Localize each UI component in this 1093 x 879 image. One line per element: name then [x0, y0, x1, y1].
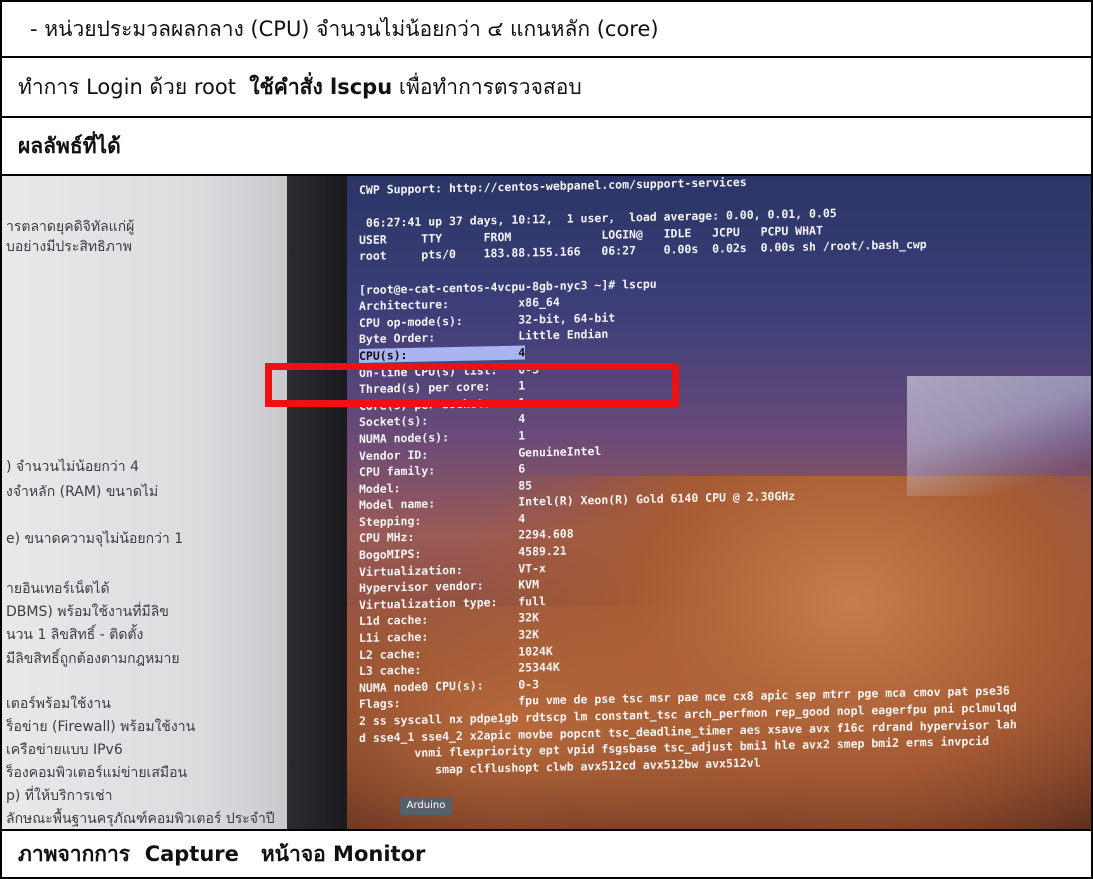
paper-text-line: ลักษณะพื้นฐานครุภัณฑ์คอมพิวเตอร์ ประจำปี: [6, 811, 275, 827]
paper-text-line: ) จำนวนไม่น้อยกว่า 4: [6, 459, 139, 475]
cpu-highlight-box: [265, 363, 679, 407]
monitor-bezel: [287, 176, 347, 829]
paper-text-line: เตอร์พร้อมใช้งาน: [6, 696, 111, 712]
requirement-row: - หน่วยประมวลผลกลาง (CPU) จำนวนไม่น้อยกว…: [2, 2, 1091, 58]
monitor-screen: CWP Support: http://centos-webpanel.com/…: [347, 176, 1091, 829]
paper-text-line: p) ที่ให้บริการเช่า: [6, 788, 113, 804]
paper-text-line: ร็องคอมพิวเตอร์แม่ข่ายเสมือน: [6, 765, 188, 781]
paper-text-line: ายอินเทอร์เน็ตได้: [6, 581, 110, 597]
instruction-command: ใช้คำสั่ง lscpu: [249, 74, 393, 99]
background-paper-document: ารตลาดยุคดิจิทัลแก่ผู้บอย่างมีประสิทธิภา…: [2, 176, 287, 829]
result-label: ผลลัพธ์ที่ได้: [18, 133, 121, 158]
instruction-suffix: เพื่อทำการตรวจสอบ: [392, 74, 582, 99]
caption-text: ภาพจากการ Capture หน้าจอ Monitor: [18, 841, 426, 866]
terminal-output: CWP Support: http://centos-webpanel.com/…: [359, 176, 1017, 779]
instruction-row: ทำการ Login ด้วย root ใช้คำสั่ง lscpu เพ…: [2, 58, 1091, 118]
paper-text-line: มีลิขสิทธิ์ถูกต้องตามกฎหมาย: [6, 651, 180, 667]
result-label-row: ผลลัพธ์ที่ได้: [2, 118, 1091, 176]
paper-text-line: ารตลาดยุคดิจิทัลแก่ผู้: [6, 219, 135, 235]
paper-text-line: งจำหลัก (RAM) ขนาดไม่: [6, 484, 159, 500]
paper-text-line: นวน 1 ลิขสิทธิ์ - ติดตั้ง: [6, 627, 144, 643]
monitor-photo: ารตลาดยุคดิจิทัลแก่ผู้บอย่างมีประสิทธิภา…: [2, 176, 1091, 831]
paper-text-line: เครือข่ายแบบ IPv6: [6, 742, 123, 758]
paper-text-line: e) ขนาดความจุไม่น้อยกว่า 1: [6, 531, 184, 547]
requirement-text: - หน่วยประมวลผลกลาง (CPU) จำนวนไม่น้อยกว…: [30, 16, 659, 41]
document-table: - หน่วยประมวลผลกลาง (CPU) จำนวนไม่น้อยกว…: [0, 0, 1093, 879]
caption-row: ภาพจากการ Capture หน้าจอ Monitor: [2, 829, 1091, 879]
arduino-taskbar-button[interactable]: Arduino: [400, 797, 452, 815]
paper-text-line: ร็อข่าย (Firewall) พร้อมใช้งาน: [6, 719, 196, 735]
paper-text-line: DBMS) พร้อมใช้งานที่มีลิข: [6, 604, 169, 620]
cpu-count-highlight: CPU(s): 4: [359, 345, 526, 363]
instruction-prefix: ทำการ Login ด้วย root: [18, 74, 250, 99]
paper-text-line: บอย่างมีประสิทธิภาพ: [6, 239, 132, 255]
